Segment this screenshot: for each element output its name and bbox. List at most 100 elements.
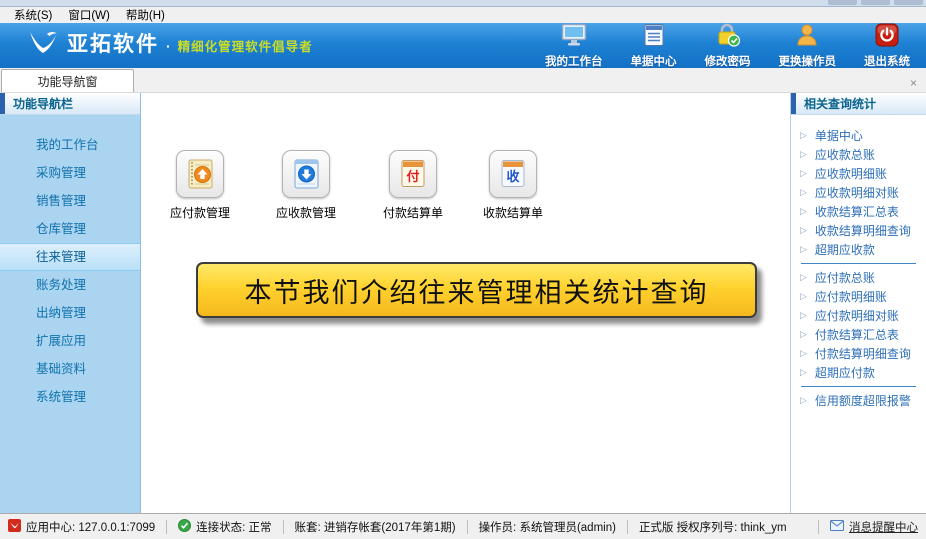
arrow-right-icon: ▷ <box>800 206 807 217</box>
action-document-center[interactable]: 单据中心 <box>631 23 677 69</box>
left-panel-header: 功能导航栏 <box>0 93 140 115</box>
brand-logo-icon <box>26 28 60 63</box>
sidebar-item-warehouse[interactable]: 仓库管理 <box>0 215 140 243</box>
shortcut-payment-settlement[interactable]: 付 付款结算单 <box>368 150 458 221</box>
arrow-right-icon: ▷ <box>800 187 807 198</box>
minimize-button[interactable] <box>828 0 857 5</box>
receipt-slip-icon: 收 <box>489 150 537 198</box>
close-icon[interactable]: × <box>910 77 917 89</box>
query-label: 信用额度超限报警 <box>815 392 911 409</box>
query-label: 付款结算汇总表 <box>815 326 899 343</box>
arrow-right-icon: ▷ <box>800 272 807 283</box>
arrow-right-icon: ▷ <box>800 149 807 160</box>
status-app-center: 应用中心: 127.0.0.1:7099 <box>8 519 155 535</box>
sidebar-item-base-data[interactable]: 基础资料 <box>0 355 140 383</box>
arrow-right-icon: ▷ <box>800 367 807 378</box>
sidebar-item-cashier[interactable]: 出纳管理 <box>0 299 140 327</box>
main-area: 应付款管理 应收款管理 <box>141 93 790 513</box>
brand-name: 亚拓软件 <box>67 28 159 58</box>
query-label: 应付款明细对账 <box>815 307 899 324</box>
query-label: 应收款明细账 <box>815 165 887 182</box>
status-bar: 应用中心: 127.0.0.1:7099 连接状态: 正常 账套: 进销存帐套(… <box>0 513 926 539</box>
status-account-set: 账套: 进销存帐套(2017年第1期) <box>295 519 456 535</box>
menu-help[interactable]: 帮助(H) <box>118 7 173 23</box>
arrow-right-icon: ▷ <box>800 168 807 179</box>
lesson-banner: 本节我们介绍往来管理相关统计查询 <box>196 262 757 318</box>
query-payable-ledger[interactable]: ▷ 应付款总账 <box>791 268 926 287</box>
app-header: 亚拓软件 · 精细化管理软件倡导者 我的工作台 <box>0 23 926 68</box>
document-list-icon <box>642 23 666 52</box>
status-separator <box>818 520 819 534</box>
receivable-notepad-icon <box>282 150 330 198</box>
maximize-button[interactable] <box>861 0 890 5</box>
power-icon <box>875 23 899 52</box>
action-switch-operator[interactable]: 更换操作员 <box>779 23 837 69</box>
action-exit-system[interactable]: 退出系统 <box>864 23 910 69</box>
shortcut-label: 应付款管理 <box>170 204 230 221</box>
shortcut-receivable-management[interactable]: 应收款管理 <box>261 150 351 221</box>
sidebar-item-system-manage[interactable]: 系统管理 <box>0 383 140 411</box>
query-label: 付款结算明细查询 <box>815 345 911 362</box>
nav-list: 我的工作台 采购管理 销售管理 仓库管理 往来管理 账务处理 出纳管理 扩展应用… <box>0 115 140 411</box>
status-separator <box>283 520 284 534</box>
status-connection: 连接状态: 正常 <box>178 519 271 535</box>
shortcut-label: 应收款管理 <box>276 204 336 221</box>
close-button[interactable] <box>894 0 923 5</box>
action-label: 单据中心 <box>631 53 677 69</box>
action-change-password[interactable]: 修改密码 <box>705 23 751 69</box>
sidebar-item-my-workbench[interactable]: 我的工作台 <box>0 131 140 159</box>
menu-window[interactable]: 窗口(W) <box>60 7 118 23</box>
arrow-right-icon: ▷ <box>800 244 807 255</box>
group-divider <box>801 386 916 387</box>
query-receipt-settle-summary[interactable]: ▷ 收款结算汇总表 <box>791 202 926 221</box>
query-credit-limit-alarm[interactable]: ▷ 信用额度超限报警 <box>791 391 926 410</box>
query-document-center[interactable]: ▷ 单据中心 <box>791 126 926 145</box>
query-label: 收款结算汇总表 <box>815 203 899 220</box>
tab-function-nav[interactable]: 功能导航窗 <box>1 69 134 92</box>
panel-accent-bar <box>0 93 5 114</box>
action-my-workbench[interactable]: 我的工作台 <box>545 23 603 69</box>
menu-system[interactable]: 系统(S) <box>6 7 60 23</box>
query-overdue-receivable[interactable]: ▷ 超期应收款 <box>791 240 926 259</box>
query-receivable-ledger[interactable]: ▷ 应收款总账 <box>791 145 926 164</box>
query-payable-detail-reconcile[interactable]: ▷ 应付款明细对账 <box>791 306 926 325</box>
action-label: 更换操作员 <box>779 53 837 69</box>
monitor-icon <box>561 23 587 52</box>
shortcut-payable-management[interactable]: 应付款管理 <box>155 150 245 221</box>
query-label: 收款结算明细查询 <box>815 222 911 239</box>
arrow-right-icon: ▷ <box>800 291 807 302</box>
sidebar-item-extended-apps[interactable]: 扩展应用 <box>0 327 140 355</box>
connection-text: 连接状态: 正常 <box>196 519 271 535</box>
arrow-right-icon: ▷ <box>800 329 807 340</box>
left-nav-panel: 功能导航栏 我的工作台 采购管理 销售管理 仓库管理 往来管理 账务处理 出纳管… <box>0 93 141 513</box>
brand: 亚拓软件 · 精细化管理软件倡导者 <box>26 28 313 63</box>
query-payment-settle-detail[interactable]: ▷ 付款结算明细查询 <box>791 344 926 363</box>
message-center-link[interactable]: 消息提醒中心 <box>830 519 918 535</box>
window-controls[interactable] <box>828 0 923 5</box>
query-receipt-settle-detail[interactable]: ▷ 收款结算明细查询 <box>791 221 926 240</box>
arrow-right-icon: ▷ <box>800 130 807 141</box>
sidebar-item-accounts-current[interactable]: 往来管理 <box>0 243 140 271</box>
shortcut-receipt-settlement[interactable]: 收 收款结算单 <box>468 150 558 221</box>
query-overdue-payable[interactable]: ▷ 超期应付款 <box>791 363 926 382</box>
lock-check-icon <box>715 23 741 52</box>
sidebar-item-accounting[interactable]: 账务处理 <box>0 271 140 299</box>
status-operator: 操作员: 系统管理员(admin) <box>479 519 616 535</box>
app-center-logo-icon <box>8 519 21 535</box>
query-payment-settle-summary[interactable]: ▷ 付款结算汇总表 <box>791 325 926 344</box>
right-panel-title: 相关查询统计 <box>804 95 876 112</box>
query-payable-detail-ledger[interactable]: ▷ 应付款明细账 <box>791 287 926 306</box>
operator-person-icon <box>795 23 819 52</box>
tab-bar: 功能导航窗 × <box>0 68 926 93</box>
group-divider <box>801 263 916 264</box>
arrow-right-icon: ▷ <box>800 225 807 236</box>
sidebar-item-sales[interactable]: 销售管理 <box>0 187 140 215</box>
query-receivable-detail-reconcile[interactable]: ▷ 应收款明细对账 <box>791 183 926 202</box>
application-window: 系统(S) 窗口(W) 帮助(H) 亚拓软件 · 精细化管理软件倡导者 <box>0 0 926 539</box>
query-label: 应付款总账 <box>815 269 875 286</box>
query-label: 应收款总账 <box>815 146 875 163</box>
query-receivable-detail-ledger[interactable]: ▷ 应收款明细账 <box>791 164 926 183</box>
sidebar-item-purchase[interactable]: 采购管理 <box>0 159 140 187</box>
menu-bar: 系统(S) 窗口(W) 帮助(H) <box>0 7 926 23</box>
brand-separator: · <box>166 38 171 54</box>
